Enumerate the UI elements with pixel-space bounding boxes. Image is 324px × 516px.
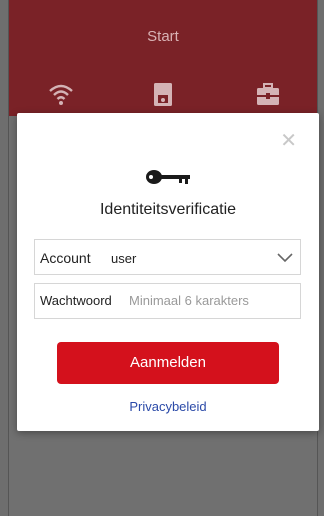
wifi-icon[interactable] — [47, 80, 75, 108]
password-field[interactable]: Wachtwoord Minimaal 6 karakters — [34, 283, 301, 319]
page-title: Start — [147, 28, 179, 45]
privacy-policy-link[interactable]: Privacybeleid — [17, 399, 319, 414]
chevron-down-icon[interactable] — [276, 250, 294, 264]
password-label: Wachtwoord — [40, 293, 112, 308]
device-icon[interactable] — [149, 80, 177, 108]
close-icon[interactable]: ✕ — [280, 131, 297, 151]
identity-verification-dialog: ✕ Identiteitsverificatie Account user Wa… — [17, 113, 319, 431]
dialog-title: Identiteitsverificatie — [99, 201, 237, 218]
password-placeholder[interactable]: Minimaal 6 karakters — [129, 293, 249, 308]
account-label: Account — [40, 250, 91, 266]
key-icon — [145, 167, 193, 187]
account-select[interactable]: Account user — [34, 239, 301, 275]
login-button[interactable]: Aanmelden — [57, 342, 279, 384]
account-value: user — [111, 251, 137, 266]
top-bar: Start — [9, 0, 317, 116]
toolbox-icon[interactable] — [254, 80, 282, 108]
